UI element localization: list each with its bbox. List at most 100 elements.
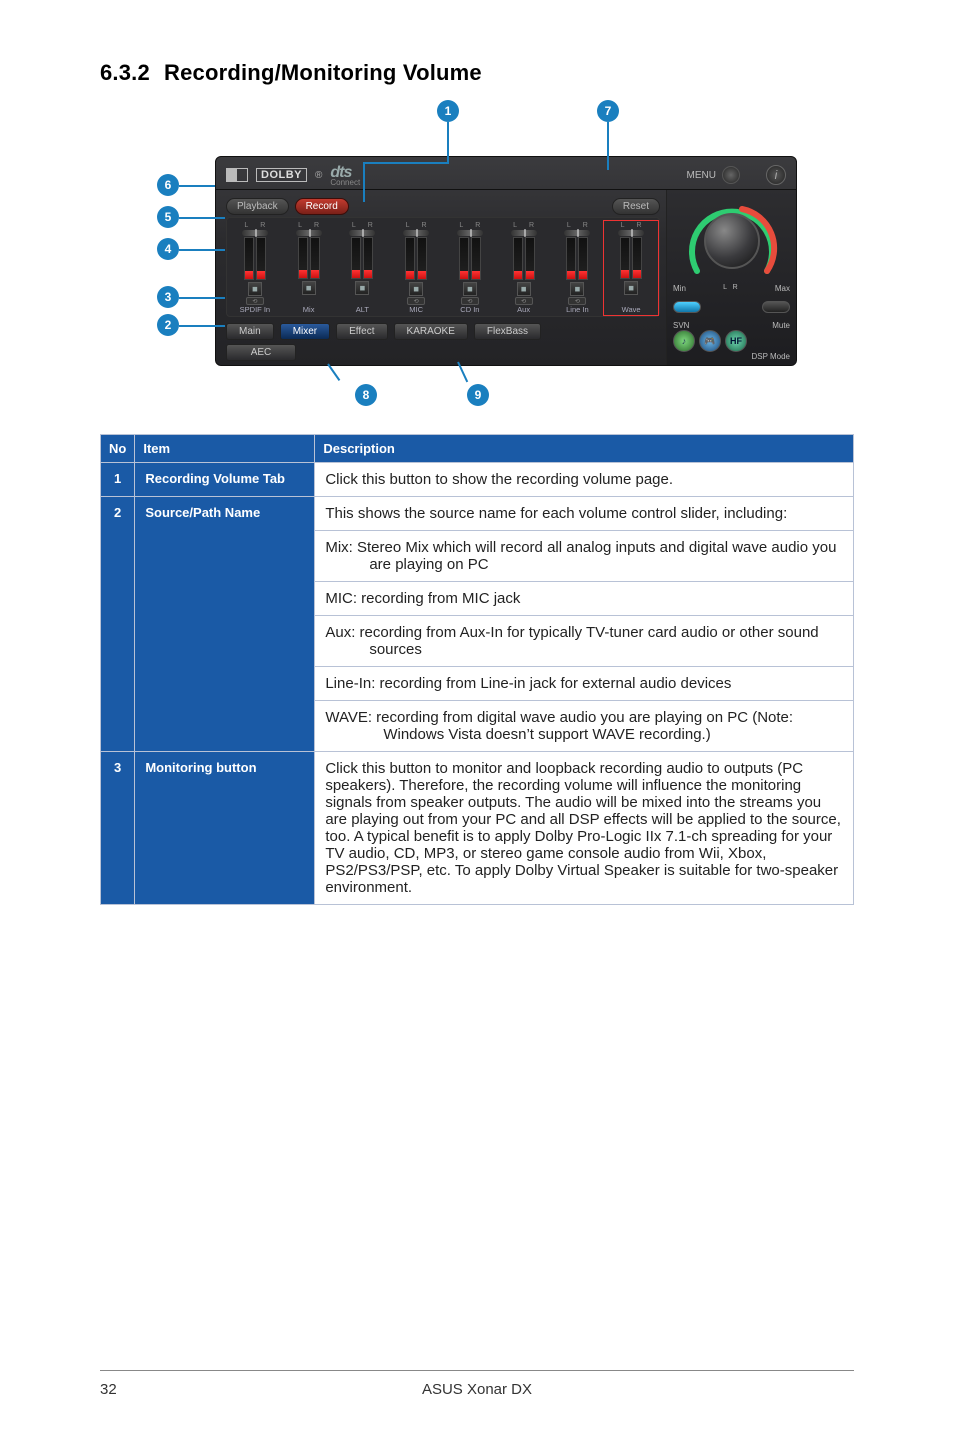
about-button[interactable]: i: [766, 165, 786, 185]
row-no: 1: [101, 463, 135, 497]
volume-slider[interactable]: [298, 237, 320, 279]
volume-slider[interactable]: [513, 237, 535, 280]
reset-button[interactable]: Reset: [612, 198, 660, 215]
th-desc: Description: [315, 435, 854, 463]
channel-mic: LR ◼ ⟲ MIC: [390, 222, 442, 314]
callout-4: 4: [157, 238, 179, 260]
callout-5: 5: [157, 206, 179, 228]
callout-line: [327, 363, 340, 381]
menu-label: MENU: [687, 170, 716, 181]
channel-label: CD In: [460, 305, 479, 314]
mute-label: Mute: [772, 321, 790, 330]
row-desc: Click this button to monitor and loopbac…: [315, 752, 854, 905]
section-heading: 6.3.2Recording/Monitoring Volume: [100, 60, 854, 86]
master-volume-knob[interactable]: [682, 196, 782, 286]
channel-label: Aux: [517, 305, 530, 314]
nav-mixer[interactable]: Mixer: [280, 323, 330, 340]
table-row: 3 Monitoring button Click this button to…: [101, 752, 854, 905]
app-top-bar: DOLBY ® dts Connect MENU i: [216, 157, 796, 190]
tab-record[interactable]: Record: [295, 198, 349, 215]
row-item: Monitoring button: [135, 752, 315, 905]
monitor-toggle[interactable]: ⟲: [407, 297, 425, 305]
dsp-music-button[interactable]: ♪: [673, 330, 695, 352]
monitor-toggle[interactable]: ⟲: [461, 297, 479, 305]
dsp-mode-label: DSP Mode: [673, 352, 790, 361]
row-item: Recording Volume Tab: [135, 463, 315, 497]
callout-line: [607, 122, 609, 170]
dts-logo: dts Connect: [330, 164, 360, 187]
nav-main[interactable]: Main: [226, 323, 274, 340]
th-item: Item: [135, 435, 315, 463]
nav-karaoke[interactable]: KARAOKE: [394, 323, 468, 340]
table-row: 2 Source/Path Name This shows the source…: [101, 497, 854, 531]
mute-toggle[interactable]: ◼: [624, 281, 638, 295]
callout-line: [179, 325, 225, 327]
row-desc: Click this button to show the recording …: [315, 463, 854, 497]
volume-slider[interactable]: [620, 237, 642, 279]
mute-toggle[interactable]: ◼: [517, 282, 531, 296]
callout-line: [363, 162, 365, 202]
row-item: Source/Path Name: [135, 497, 315, 752]
row-desc: Mix: Stereo Mix which will record all an…: [325, 539, 843, 573]
nav-effect[interactable]: Effect: [336, 323, 387, 340]
row-desc: Line-In: recording from Line-in jack for…: [315, 667, 854, 701]
pan-slider[interactable]: [296, 230, 322, 236]
channel-label: ALT: [356, 305, 369, 314]
volume-slider[interactable]: [405, 237, 427, 280]
audio-control-panel: DOLBY ® dts Connect MENU i Playback: [215, 156, 797, 366]
mute-toggle[interactable]: ◼: [355, 281, 369, 295]
row-desc: MIC: recording from MIC jack: [315, 582, 854, 616]
pan-slider[interactable]: [403, 230, 429, 236]
pan-slider[interactable]: [564, 230, 590, 236]
callout-line: [179, 185, 215, 187]
mute-master-toggle[interactable]: [762, 301, 790, 313]
pan-slider[interactable]: [618, 230, 644, 236]
menu-icon: [722, 166, 740, 184]
callout-3: 3: [157, 286, 179, 308]
aec-button[interactable]: AEC: [226, 344, 296, 361]
callout-line: [179, 297, 225, 299]
callout-9: 9: [467, 384, 489, 406]
svn-toggle[interactable]: [673, 301, 701, 313]
volume-slider[interactable]: [244, 237, 266, 280]
table-row: 1 Recording Volume Tab Click this button…: [101, 463, 854, 497]
menu-button[interactable]: MENU: [687, 166, 740, 184]
th-no: No: [101, 435, 135, 463]
monitor-toggle[interactable]: ⟲: [246, 297, 264, 305]
pan-slider[interactable]: [457, 230, 483, 236]
mute-toggle[interactable]: ◼: [302, 281, 316, 295]
monitor-toggle[interactable]: ⟲: [515, 297, 533, 305]
callout-6: 6: [157, 174, 179, 196]
page-footer: 32 ASUS Xonar DX: [100, 1370, 854, 1398]
knob-icon: [704, 213, 760, 269]
volume-slider[interactable]: [566, 237, 588, 280]
callout-line: [179, 217, 225, 219]
pan-slider[interactable]: [242, 230, 268, 236]
channel-label: Wave: [622, 305, 641, 314]
pan-slider[interactable]: [349, 230, 375, 236]
dsp-game-button[interactable]: 🎮: [699, 330, 721, 352]
channel-alt: LR ◼ ALT: [337, 222, 389, 314]
row-desc: WAVE: recording from digital wave audio …: [325, 709, 843, 743]
mute-toggle[interactable]: ◼: [248, 282, 262, 296]
tab-playback[interactable]: Playback: [226, 198, 289, 215]
channel-label: MIC: [409, 305, 423, 314]
app-body: Playback Record Reset LR ◼ ⟲ SPDIF In: [216, 190, 796, 365]
mute-toggle[interactable]: ◼: [570, 282, 584, 296]
mixer-tabs: Playback Record Reset: [226, 198, 660, 215]
channel-mix: LR ◼ Mix: [283, 222, 335, 314]
nav-flexbass[interactable]: FlexBass: [474, 323, 541, 340]
mute-toggle[interactable]: ◼: [463, 282, 477, 296]
master-panel: Min L R Max SVN Mute ♪: [666, 190, 796, 365]
volume-slider[interactable]: [351, 237, 373, 279]
info-icon: i: [775, 168, 778, 182]
callout-1: 1: [437, 100, 459, 122]
volume-slider[interactable]: [459, 237, 481, 280]
mixer-area: Playback Record Reset LR ◼ ⟲ SPDIF In: [216, 190, 666, 365]
mute-toggle[interactable]: ◼: [409, 282, 423, 296]
channel-wave: LR ◼ Wave: [605, 222, 657, 314]
panel-nav: Main Mixer Effect KARAOKE FlexBass: [226, 323, 660, 340]
monitor-toggle[interactable]: ⟲: [568, 297, 586, 305]
dsp-hifi-button[interactable]: HF: [725, 330, 747, 352]
pan-slider[interactable]: [511, 230, 537, 236]
